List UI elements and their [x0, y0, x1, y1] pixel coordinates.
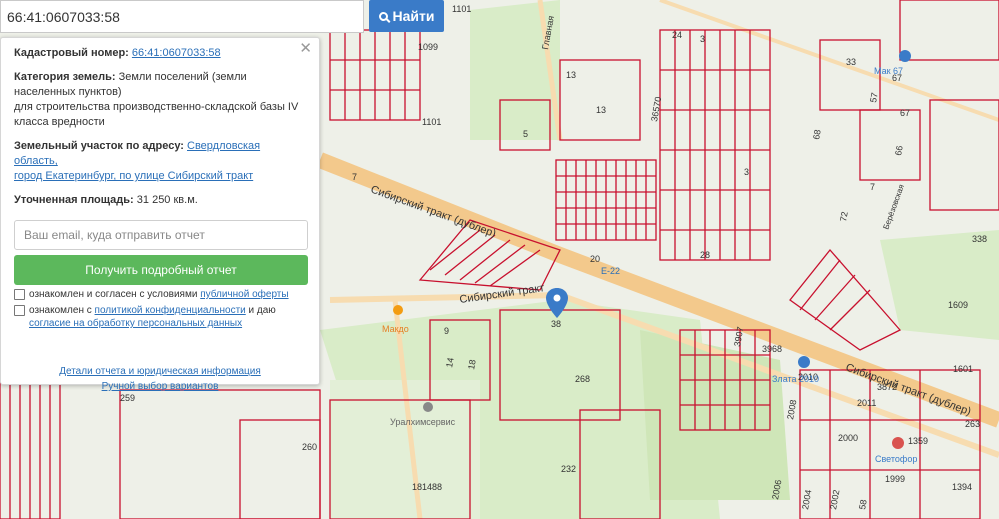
map-label: 1101	[452, 4, 471, 14]
shop-icon[interactable]	[798, 356, 810, 368]
consent-privacy-text: ознакомлен с политикой конфиденциальност…	[29, 305, 276, 329]
search-button-label: Найти	[392, 8, 435, 24]
privacy-checkbox[interactable]	[14, 305, 25, 316]
area-value: 31 250 кв.м.	[136, 194, 198, 206]
category-label: Категория земель:	[14, 71, 116, 83]
consent-offer-text: ознакомлен и согласен с условиями публич…	[29, 289, 289, 300]
map-label: 268	[575, 374, 590, 384]
poi-label: Уралхимсервис	[390, 417, 456, 427]
consent-privacy: ознакомлен с политикой конфиденциальност…	[14, 304, 306, 330]
address-link[interactable]: город Екатеринбург, по улице Сибирский т…	[14, 170, 253, 182]
map-label: 66	[893, 145, 905, 157]
category-row: Категория земель: Земли поселений (земли…	[14, 70, 306, 130]
restaurant-icon[interactable]	[393, 305, 403, 315]
map-label: 3	[744, 167, 749, 177]
offer-checkbox[interactable]	[14, 289, 25, 300]
map-label: 181488	[412, 482, 442, 492]
map-label: 1101	[422, 117, 441, 127]
cadastral-label: Кадастровый номер:	[14, 47, 129, 59]
get-report-button[interactable]: Получить подробный отчет	[14, 255, 308, 285]
map-label: 259	[120, 393, 135, 403]
area-label: Уточненная площадь:	[14, 194, 134, 206]
map-label: 1099	[418, 42, 438, 52]
poi-label: Мак 67	[874, 66, 903, 76]
panel-links: Детали отчета и юридическая информация Р…	[14, 364, 306, 394]
search-button[interactable]: Найти	[369, 0, 444, 32]
map-label: 57	[868, 92, 880, 104]
area-row: Уточненная площадь: 31 250 кв.м.	[14, 193, 306, 208]
search-icon	[378, 11, 388, 21]
map-label: 20	[590, 254, 600, 264]
map-label: 263	[965, 419, 980, 429]
poi-label: Макдо	[382, 324, 409, 334]
map-label: 7	[352, 172, 357, 182]
category-value: класса вредности	[14, 116, 105, 128]
map-label: 18	[466, 359, 478, 371]
map-label: 260	[302, 442, 317, 452]
map-label: 1359	[908, 436, 928, 446]
map-label: 338	[972, 234, 987, 244]
map-label: Е-22	[601, 266, 620, 276]
map-label: 1601	[953, 364, 973, 374]
shop-icon[interactable]	[899, 50, 911, 62]
search-input[interactable]: 66:41:0607033:58	[0, 0, 364, 33]
map-label: 3968	[762, 344, 782, 354]
building-icon[interactable]	[423, 402, 433, 412]
map-label: 14	[444, 357, 456, 369]
category-value: для строительства производственно-складс…	[14, 101, 299, 113]
map-label: 72	[838, 211, 850, 223]
cadastral-link[interactable]: 66:41:0607033:58	[132, 47, 221, 59]
consent-offer: ознакомлен и согласен с условиями публич…	[14, 288, 306, 301]
map-label: 7	[870, 182, 875, 192]
map-label: 9	[444, 326, 449, 336]
email-field[interactable]: Ваш email, куда отправить отчет	[14, 220, 308, 250]
map-label: 5	[523, 129, 528, 139]
map-label: 13	[596, 105, 606, 115]
map-label: 13	[566, 70, 576, 80]
map-label: 232	[561, 464, 576, 474]
details-link[interactable]: Детали отчета и юридическая информация	[14, 364, 306, 379]
map-label: 2011	[857, 398, 876, 408]
category-value: населенных пунктов)	[14, 86, 122, 98]
category-value: Земли поселений (земли	[118, 71, 247, 83]
map-label: 2000	[838, 433, 858, 443]
offer-link[interactable]: публичной оферты	[200, 289, 288, 300]
map-label: 33	[846, 57, 856, 67]
parcel-info-panel: ✕ Кадастровый номер: 66:41:0607033:58 Ка…	[0, 37, 320, 392]
cadastral-row: Кадастровый номер: 66:41:0607033:58	[14, 46, 306, 61]
personal-data-link[interactable]: согласие на обработку персональных данны…	[29, 318, 242, 329]
map-label: 38	[551, 319, 561, 329]
map-label: 1394	[952, 482, 972, 492]
map-label: 28	[700, 250, 710, 260]
map-label: 1999	[885, 474, 905, 484]
privacy-link[interactable]: политикой конфиденциальности	[95, 305, 246, 316]
shop-icon[interactable]	[892, 437, 904, 449]
close-icon[interactable]: ✕	[299, 41, 312, 56]
poi-label: Светофор	[875, 454, 917, 464]
map-label: 3	[700, 34, 705, 44]
map-label: 67	[900, 108, 910, 118]
address-row: Земельный участок по адресу: Свердловска…	[14, 139, 306, 184]
map-label: 24	[672, 30, 682, 40]
address-label: Земельный участок по адресу:	[14, 140, 184, 152]
poi-label: Злата 2010	[772, 374, 819, 384]
map-label: 68	[811, 129, 823, 141]
map-label: 58	[857, 499, 869, 511]
map-label: 1609	[948, 300, 968, 310]
manual-selection-link[interactable]: Ручной выбор вариантов	[14, 379, 306, 394]
